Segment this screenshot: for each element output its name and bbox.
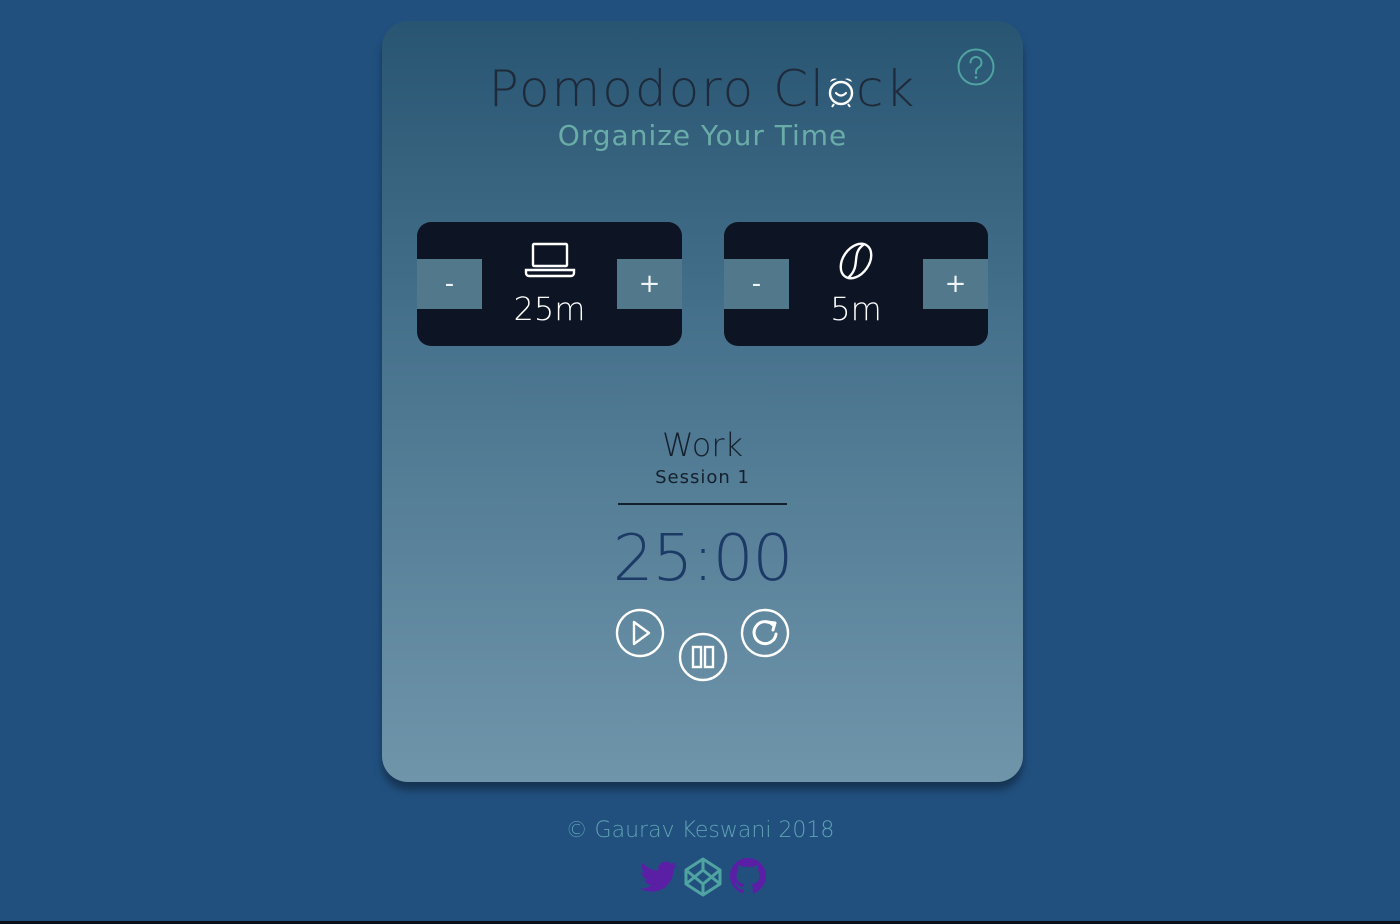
app-title-prefix: Pomodoro Cl [488,60,826,118]
copyright-text: © Gaurav Keswani 2018 [565,818,835,843]
session-label: Session 1 [655,467,750,488]
twitter-icon[interactable] [639,856,679,898]
break-length-panel: - 5m + [724,222,988,346]
github-icon[interactable] [728,856,768,898]
alarm-clock-icon [828,78,854,108]
app-title: Pomodoro Cl ck [382,57,1023,121]
timer-mode-label: Work [661,426,744,464]
pomodoro-card: Pomodoro Cl ck Organize Your Time - 25m … [382,21,1023,782]
play-icon[interactable] [615,608,665,658]
break-increase-button[interactable]: + [923,259,988,309]
codepen-icon[interactable] [683,856,723,898]
app-title-suffix: ck [855,60,917,118]
pause-icon[interactable] [678,632,728,682]
work-increase-button[interactable]: + [617,259,682,309]
coffee-bean-icon [839,242,873,280]
divider [618,503,787,505]
app-subtitle: Organize Your Time [557,119,848,152]
laptop-icon [524,242,575,278]
work-length-panel: - 25m + [417,222,682,346]
reset-icon[interactable] [740,608,790,658]
timer-display: 25:00 [612,522,793,596]
